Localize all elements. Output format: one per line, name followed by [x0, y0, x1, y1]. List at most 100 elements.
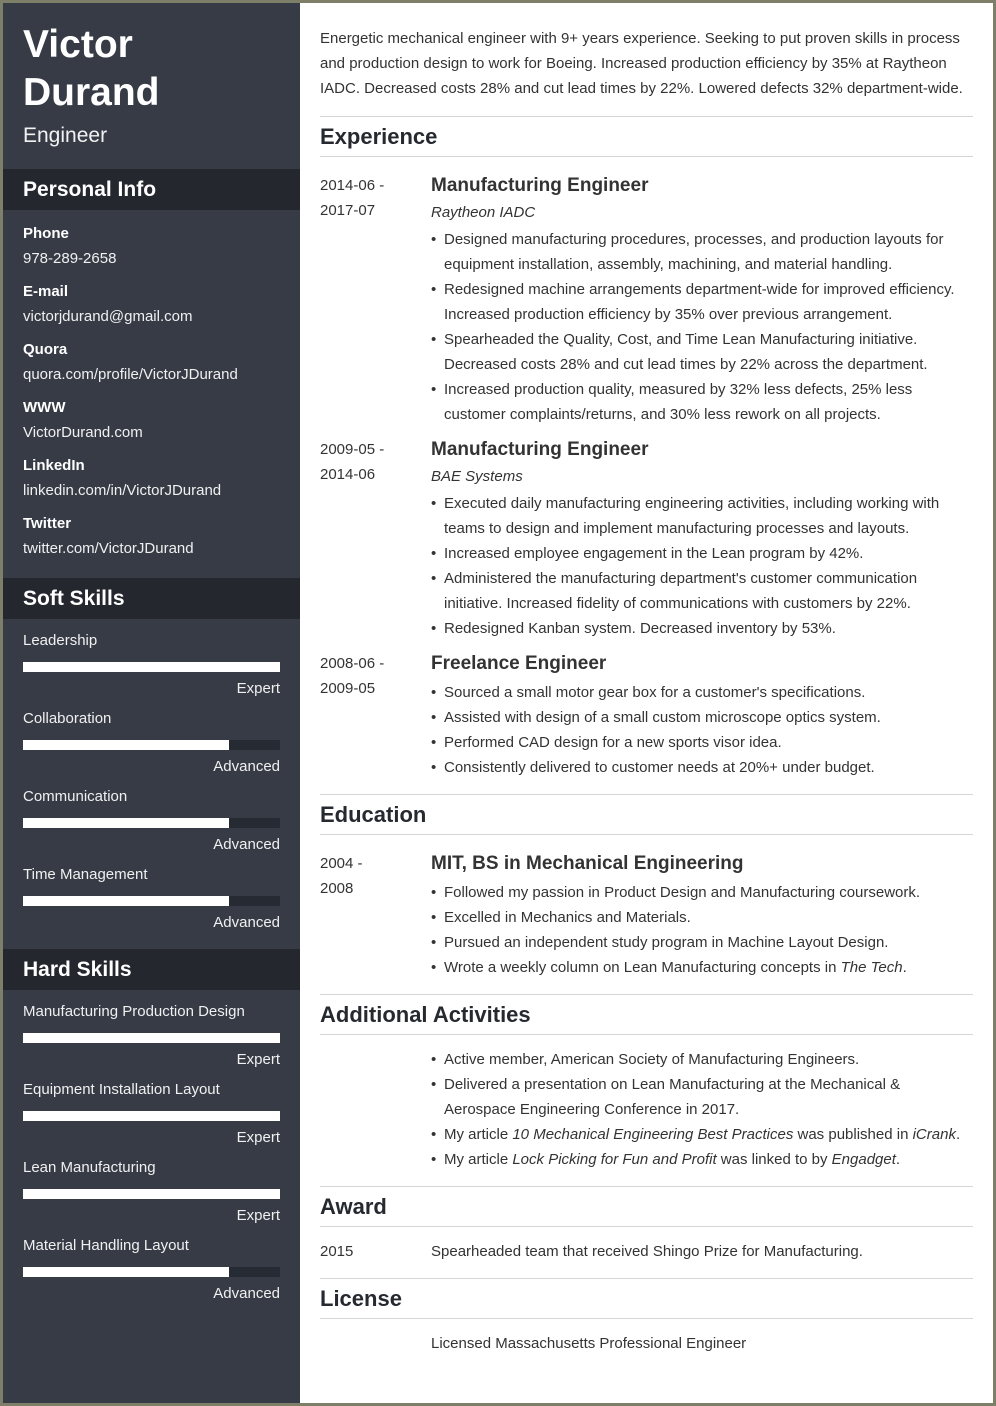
bullet-item: Assisted with design of a small custom m…	[431, 705, 973, 730]
skill-bar	[23, 740, 280, 750]
last-name: Durand	[23, 71, 160, 114]
info-label: WWW	[23, 399, 66, 416]
article-title: Lock Picking for Fun and Profit	[512, 1151, 717, 1168]
skill-bar-fill	[23, 1189, 280, 1199]
skill-bar	[23, 1111, 280, 1121]
publication-name: Engadget	[831, 1151, 896, 1168]
bullet-item: Wrote a weekly column on Lean Manufactur…	[431, 955, 973, 980]
bullet-item: Executed daily manufacturing engineering…	[431, 491, 973, 541]
date-start: 2004 -	[320, 855, 363, 872]
award-heading: Award	[320, 1186, 973, 1227]
skill-item: Manufacturing Production Design Expert	[23, 1002, 280, 1070]
resume-page: Victor Durand Engineer Personal Info Pho…	[0, 0, 996, 1406]
info-email: E-mail victorjdurand@gmail.com	[23, 282, 280, 327]
date-end: 2008	[320, 880, 354, 897]
first-name: Victor	[23, 23, 133, 66]
skill-level: Expert	[236, 680, 280, 697]
sidebar: Victor Durand Engineer Personal Info Pho…	[3, 3, 300, 1403]
date-end: 2017-07	[320, 202, 376, 219]
skill-bar-fill	[23, 662, 280, 672]
text: .	[955, 1126, 961, 1143]
main-content: Energetic mechanical engineer with 9+ ye…	[320, 3, 973, 1356]
info-label: Phone	[23, 225, 69, 242]
candidate-name: Victor Durand	[3, 3, 300, 117]
license-entry: Licensed Massachusetts Professional Engi…	[320, 1331, 973, 1356]
skill-name: Material Handling Layout	[23, 1237, 189, 1254]
skill-name: Communication	[23, 788, 128, 805]
info-value[interactable]: twitter.com/VictorJDurand	[23, 539, 280, 559]
skill-bar-fill	[23, 1111, 280, 1121]
skill-name: Collaboration	[23, 710, 112, 727]
text: Wrote a weekly column on Lean Manufactur…	[444, 959, 841, 976]
skill-bar	[23, 896, 280, 906]
license-text: Licensed Massachusetts Professional Engi…	[431, 1335, 747, 1352]
info-value[interactable]: VictorDurand.com	[23, 423, 280, 443]
info-value[interactable]: linkedin.com/in/VictorJDurand	[23, 481, 280, 501]
job-title: Manufacturing Engineer	[431, 439, 649, 460]
skill-level: Expert	[236, 1129, 280, 1146]
skill-name: Manufacturing Production Design	[23, 1003, 245, 1020]
bullet-item: Designed manufacturing procedures, proce…	[431, 227, 973, 277]
bullet-item: Pursued an independent study program in …	[431, 930, 973, 955]
date-start: 2008-06 -	[320, 655, 385, 672]
entry-date: 2014-06 - 2017-07	[320, 173, 431, 427]
bullet-item: My article 10 Mechanical Engineering Bes…	[431, 1122, 973, 1147]
soft-skills-heading: Soft Skills	[3, 578, 300, 619]
info-label: Twitter	[23, 515, 72, 532]
candidate-role: Engineer	[23, 124, 108, 147]
bullet-item: Excelled in Mechanics and Materials.	[431, 905, 973, 930]
entry-body: MIT, BS in Mechanical Engineering Follow…	[431, 851, 973, 980]
skill-bar	[23, 1189, 280, 1199]
publication-name: iCrank	[912, 1126, 956, 1143]
entry-body: Manufacturing Engineer Raytheon IADC Des…	[431, 173, 973, 427]
job-title: Manufacturing Engineer	[431, 175, 649, 196]
bullet-list: Followed my passion in Product Design an…	[431, 880, 973, 980]
skill-bar-fill	[23, 740, 229, 750]
skill-name: Equipment Installation Layout	[23, 1081, 220, 1098]
info-value: 978-289-2658	[23, 250, 117, 267]
date-start: 2009-05 -	[320, 441, 385, 458]
skill-item: Leadership Expert	[23, 631, 280, 699]
skill-level: Advanced	[213, 914, 280, 931]
skill-level: Advanced	[213, 1285, 280, 1302]
skill-bar	[23, 1267, 280, 1277]
skill-item: Collaboration Advanced	[23, 709, 280, 777]
info-www: WWW VictorDurand.com	[23, 398, 280, 443]
bullet-item: Spearheaded the Quality, Cost, and Time …	[431, 327, 973, 377]
bullet-item: Redesigned Kanban system. Decreased inve…	[431, 616, 973, 641]
award-entry: 2015 Spearheaded team that received Shin…	[320, 1239, 973, 1264]
license-heading: License	[320, 1278, 973, 1319]
skill-bar	[23, 1033, 280, 1043]
skill-name: Lean Manufacturing	[23, 1159, 156, 1176]
education-heading: Education	[320, 794, 973, 835]
entry-body: Manufacturing Engineer BAE Systems Execu…	[431, 437, 973, 641]
info-value[interactable]: victorjdurand@gmail.com	[23, 307, 280, 327]
bullet-item: Active member, American Society of Manuf…	[431, 1047, 973, 1072]
date-end: 2014-06	[320, 466, 376, 483]
entry-date: 2008-06 - 2009-05	[320, 651, 431, 780]
summary: Energetic mechanical engineer with 9+ ye…	[320, 30, 963, 97]
text: My article	[444, 1151, 513, 1168]
bullet-item: Redesigned machine arrangements departme…	[431, 277, 973, 327]
personal-info-heading: Personal Info	[3, 169, 300, 210]
experience-heading: Experience	[320, 116, 973, 157]
text: was linked to by	[716, 1151, 832, 1168]
info-value[interactable]: quora.com/profile/VictorJDurand	[23, 365, 280, 385]
skill-item: Material Handling Layout Advanced	[23, 1236, 280, 1304]
activities-heading: Additional Activities	[320, 994, 973, 1035]
degree-title: MIT, BS in Mechanical Engineering	[431, 853, 744, 874]
entry-date: 2009-05 - 2014-06	[320, 437, 431, 641]
skill-level: Expert	[236, 1051, 280, 1068]
article-title: 10 Mechanical Engineering Best Practices	[512, 1126, 794, 1143]
personal-info-list: Phone 978-289-2658 E-mail victorjdurand@…	[3, 210, 300, 578]
skill-item: Communication Advanced	[23, 787, 280, 855]
bullet-list: Active member, American Society of Manuf…	[431, 1047, 973, 1172]
hard-skills-heading: Hard Skills	[3, 949, 300, 990]
date-end: 2009-05	[320, 680, 376, 697]
publication-name: The Tech	[840, 959, 903, 976]
skill-name: Time Management	[23, 866, 148, 883]
experience-entry: 2009-05 - 2014-06 Manufacturing Engineer…	[320, 437, 973, 641]
info-label: E-mail	[23, 283, 69, 300]
entry-date: 2004 - 2008	[320, 851, 431, 980]
bullet-list: Sourced a small motor gear box for a cus…	[431, 680, 973, 780]
